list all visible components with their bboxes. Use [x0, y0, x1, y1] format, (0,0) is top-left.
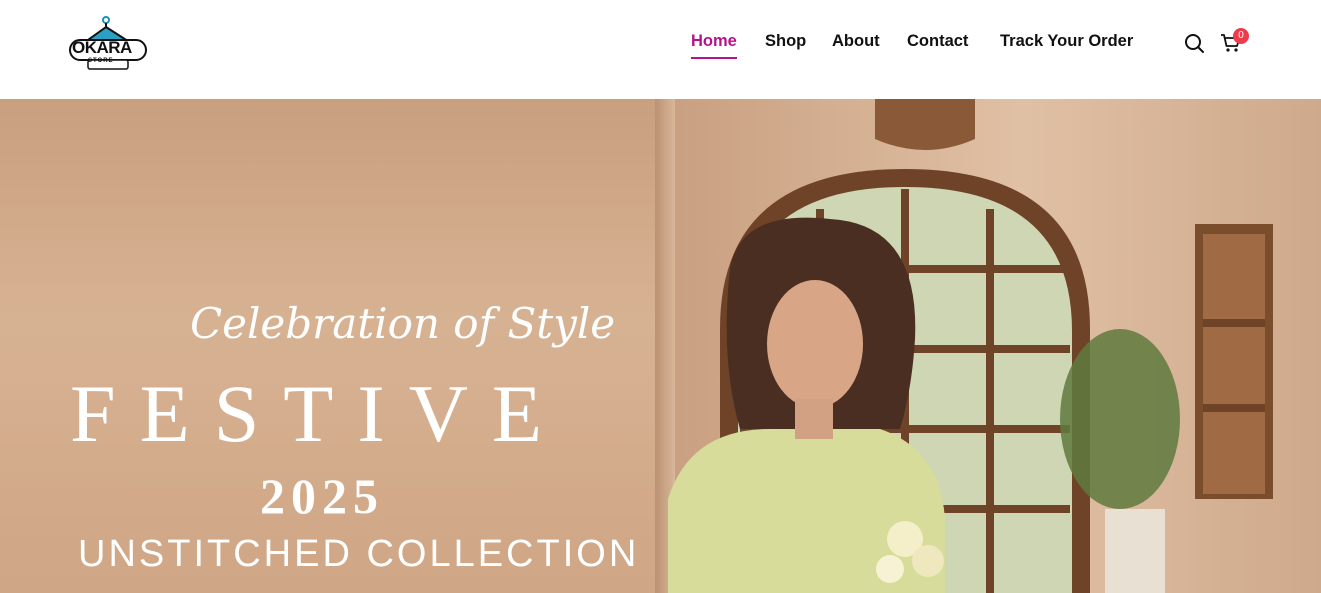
- search-icon: [1185, 34, 1204, 53]
- nav-about[interactable]: About: [832, 32, 880, 57]
- brand-logo[interactable]: OKARA STORE: [68, 16, 148, 72]
- hero-banner[interactable]: Celebration of Style FESTIVE 2025 UNSTIT…: [0, 99, 1321, 593]
- hero-headline: FESTIVE: [70, 368, 566, 459]
- hero-subline: UNSTITCHED COLLECTION: [78, 533, 640, 575]
- cart-count-badge: 0: [1233, 28, 1249, 44]
- site-header: OKARA STORE Home Shop About Contact Trac…: [0, 0, 1321, 99]
- nav-shop[interactable]: Shop: [765, 32, 806, 57]
- search-button[interactable]: [1183, 32, 1205, 54]
- hero-script-tagline: Celebration of Style: [190, 299, 616, 348]
- nav-contact[interactable]: Contact: [907, 32, 968, 57]
- brand-tagline: STORE: [88, 58, 114, 64]
- nav-track-order[interactable]: Track Your Order: [1000, 32, 1133, 57]
- hero-year: 2025: [260, 468, 384, 524]
- brand-name: OKARA: [72, 38, 132, 57]
- nav-home[interactable]: Home: [691, 32, 737, 59]
